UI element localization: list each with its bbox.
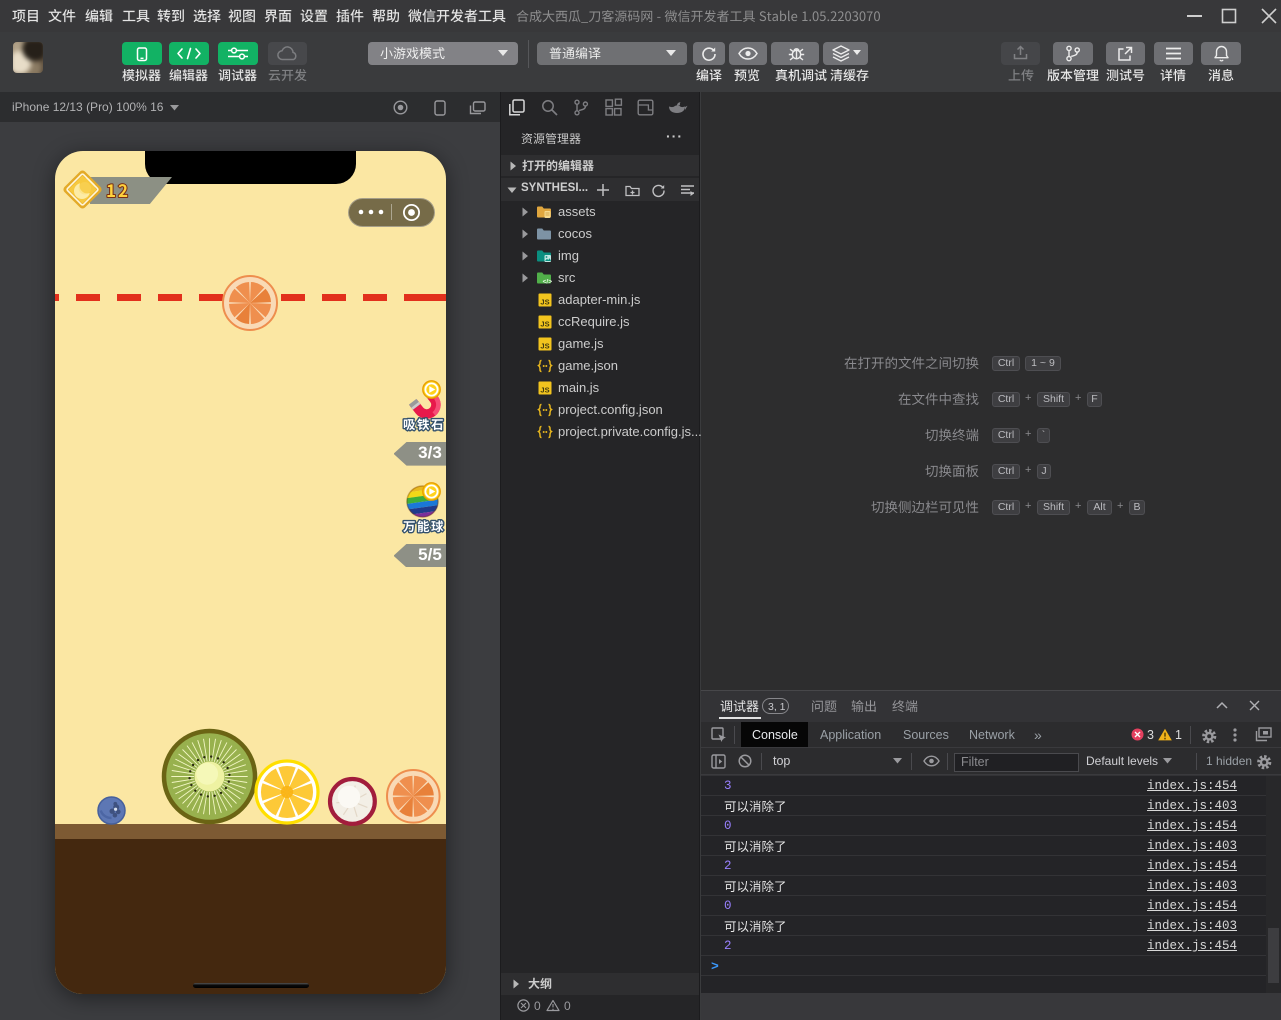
svg-text:</>: </>: [543, 279, 553, 286]
svg-text:JS: JS: [540, 342, 549, 351]
svg-text:JS: JS: [540, 298, 549, 307]
svg-text:JS: JS: [540, 386, 549, 395]
svg-text:JS: JS: [540, 320, 549, 329]
